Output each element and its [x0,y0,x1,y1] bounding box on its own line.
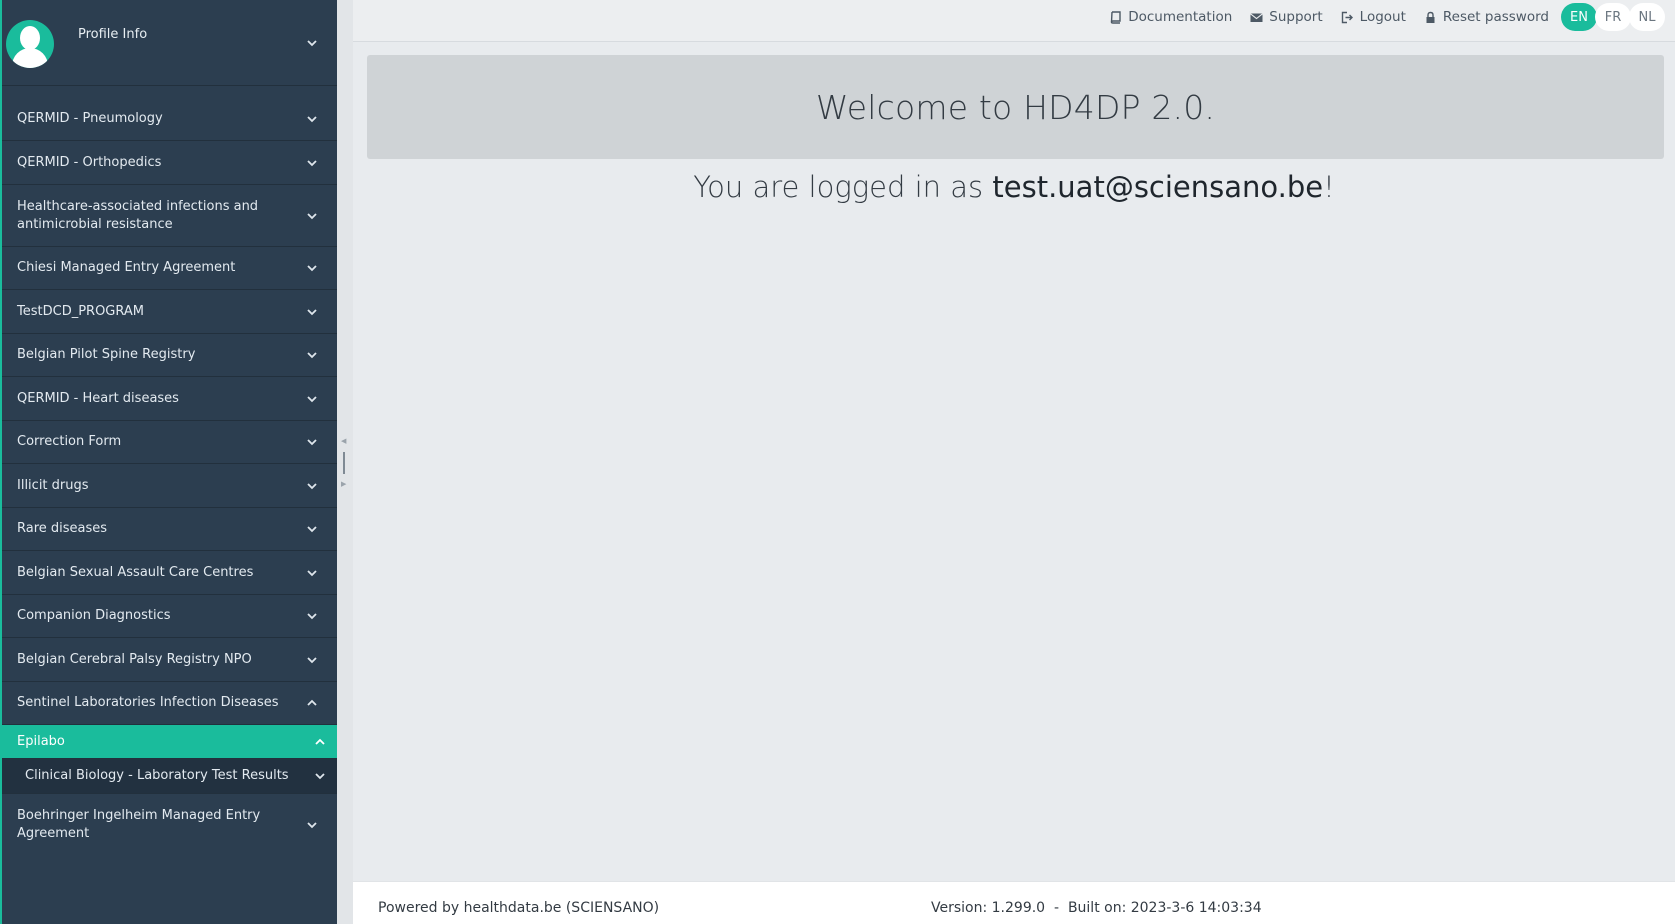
chevron-down-icon [305,609,319,623]
lock-icon [1424,11,1437,24]
sidebar-item-label: Rare diseases [17,521,108,536]
sidebar-item-label: Belgian Cerebral Palsy Registry NPO [17,651,252,667]
chevron-down-icon [305,479,319,493]
logout-link[interactable]: Logout [1341,9,1406,25]
sidebar-item-label: Epilabo [17,733,65,749]
language-nl-button[interactable]: NL [1629,3,1665,31]
sidebar-item-label: QERMID - Pneumology [17,110,163,126]
chevron-down-icon [305,435,319,449]
sidebar-item-epilabo[interactable]: Epilabo [2,725,337,759]
sidebar-resize-handle[interactable]: ◀ ▶ [337,0,353,924]
sidebar-item-boehringer[interactable]: Boehringer Ingelheim Managed Entry Agree… [2,794,337,856]
logged-in-suffix: ! [1323,170,1335,204]
chevron-down-icon [305,156,319,170]
sidebar-item-healthcare-infections[interactable]: Healthcare-associated infections and ant… [2,185,337,247]
language-fr-button[interactable]: FR [1595,3,1631,31]
chevron-down-icon [305,392,319,406]
sidebar-item-sentinel-laboratories[interactable]: Sentinel Laboratories Infection Diseases [2,682,337,725]
sidebar-item-companion-diagnostics[interactable]: Companion Diagnostics [2,595,337,638]
chevron-down-icon [305,261,319,275]
user-avatar-icon [6,20,54,68]
welcome-heading: Welcome to HD4DP 2.0. [815,87,1216,127]
support-link[interactable]: Support [1250,9,1323,25]
sidebar-item-label: Sentinel Laboratories Infection Diseases [17,695,279,710]
sidebar-item-illicit-drugs[interactable]: Illicit drugs [2,464,337,508]
support-label: Support [1269,9,1323,25]
logged-in-message: You are logged in as test.uat@sciensano.… [353,170,1675,204]
sidebar-item-label: Boehringer Ingelheim Managed Entry Agree… [17,808,261,841]
sidebar-item-chiesi[interactable]: Chiesi Managed Entry Agreement [2,247,337,290]
drag-grip[interactable] [343,452,345,474]
logged-in-user: test.uat@sciensano.be [992,170,1324,204]
chevron-up-icon [305,696,319,710]
sidebar-item-qermid-orthopedics[interactable]: QERMID - Orthopedics [2,141,337,185]
documentation-label: Documentation [1128,9,1233,25]
top-bar: Documentation Support Logout Reset passw… [353,0,1675,42]
chevron-down-icon [313,769,327,783]
version-text: Version: 1.299.0 - Built on: 2023-3-6 14… [931,900,1262,916]
sidebar-item-label: Belgian Pilot Spine Registry [17,347,196,362]
profile-info-label: Profile Info [78,27,148,42]
sidebar-item-label: Correction Form [17,434,122,449]
sidebar-item-cerebral-palsy[interactable]: Belgian Cerebral Palsy Registry NPO [2,638,337,682]
welcome-banner: Welcome to HD4DP 2.0. [367,55,1664,159]
documentation-link[interactable]: Documentation [1109,9,1232,25]
chevron-down-icon [305,209,319,223]
sidebar-item-testdcd-program[interactable]: TestDCD_PROGRAM [2,290,337,334]
chevron-down-icon [305,818,319,832]
sidebar-item-label: QERMID - Orthopedics [17,154,162,170]
logout-label: Logout [1359,9,1406,25]
sidebar-item-label: Healthcare-associated infections and ant… [17,198,259,232]
footer: Powered by healthdata.be (SCIENSANO) Ver… [353,881,1675,924]
chevron-down-icon [305,348,319,362]
sidebar-item-label: TestDCD_PROGRAM [17,303,144,319]
sidebar-item-label: Clinical Biology - Laboratory Test Resul… [25,768,289,783]
sign-out-icon [1341,11,1354,24]
envelope-icon [1250,11,1264,24]
sidebar-item-rare-diseases[interactable]: Rare diseases [2,508,337,551]
sidebar-item-sexual-assault-centres[interactable]: Belgian Sexual Assault Care Centres [2,551,337,595]
language-switcher: EN FR NL [1561,3,1665,31]
language-en-button[interactable]: EN [1561,3,1597,31]
profile-info-header[interactable]: Profile Info [2,0,337,86]
sidebar-item-label: Chiesi Managed Entry Agreement [17,260,236,275]
book-icon [1109,10,1122,24]
sidebar-item-qermid-heart[interactable]: QERMID - Heart diseases [2,377,337,421]
chevron-down-icon [305,522,319,536]
top-links: Documentation Support Logout Reset passw… [1091,2,1665,32]
logged-in-prefix: You are logged in as [693,170,993,204]
sidebar-item-label: QERMID - Heart diseases [17,390,179,406]
chevron-down-icon [305,653,319,667]
sidebar-item-spine-registry[interactable]: Belgian Pilot Spine Registry [2,334,337,377]
collapse-left-icon[interactable]: ◀ [341,437,346,445]
chevron-down-icon [305,305,319,319]
sidebar-item-clinical-biology[interactable]: Clinical Biology - Laboratory Test Resul… [2,759,337,794]
sidebar-item-qermid-pneumology[interactable]: QERMID - Pneumology [2,97,337,141]
sidebar-item-label: Belgian Sexual Assault Care Centres [17,564,254,580]
powered-by-text: Powered by healthdata.be (SCIENSANO) [378,900,660,916]
sidebar-item-correction-form[interactable]: Correction Form [2,421,337,464]
reset-password-link[interactable]: Reset password [1424,9,1549,25]
expand-right-icon[interactable]: ▶ [341,480,346,488]
reset-password-label: Reset password [1442,9,1549,25]
chevron-down-icon [305,36,319,50]
sidebar: Profile Info QERMID - Pneumology QERMID … [0,0,337,924]
chevron-down-icon [305,112,319,126]
chevron-up-icon [313,735,327,749]
sidebar-item-label: Illicit drugs [17,477,89,493]
sidebar-item-label: Companion Diagnostics [17,608,171,623]
chevron-down-icon [305,566,319,580]
